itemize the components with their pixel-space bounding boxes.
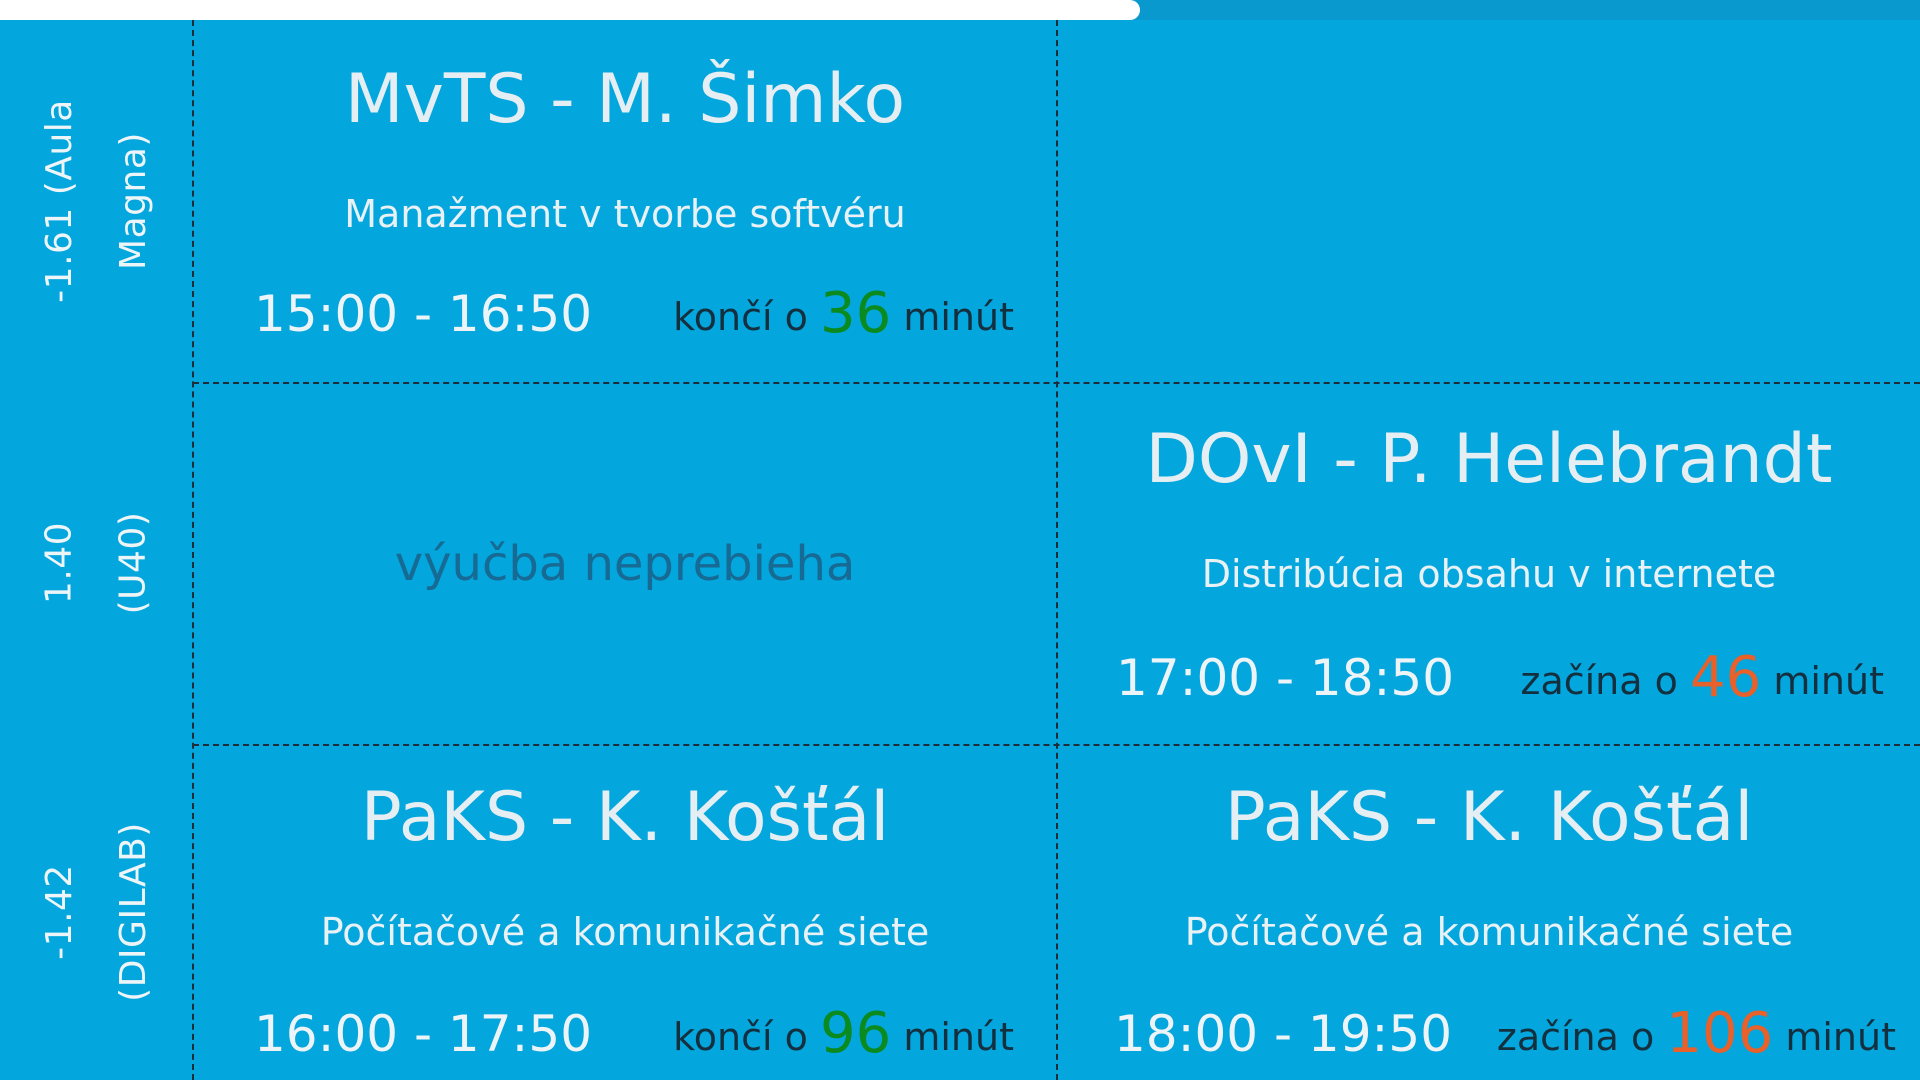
lecture-time: 15:00 - 16:50: [254, 285, 593, 343]
progress-bar-fill: [0, 0, 1141, 20]
lecture-cell-paks-1: PaKS - K. Košťál Počítačové a komunikačn…: [194, 746, 1056, 1080]
lecture-subtitle: Distribúcia obsahu v internete: [1201, 552, 1777, 596]
status-suffix: minút: [903, 1015, 1014, 1059]
lecture-status: končí o 36 minút: [673, 282, 1014, 349]
schedule-board: -1.61 (Aula Magna) 1.40 (U40) -1.42 (DIG…: [0, 0, 1920, 1080]
status-minutes: 36: [819, 281, 892, 346]
lecture-time: 17:00 - 18:50: [1116, 649, 1455, 707]
room-label-aula-magna: -1.61 (Aula Magna): [0, 20, 193, 382]
lecture-subtitle: Počítačové a komunikačné siete: [1184, 910, 1794, 954]
room-label-u40: 1.40 (U40): [0, 382, 193, 744]
status-prefix: začína o: [1520, 659, 1678, 703]
status-suffix: minút: [1785, 1015, 1896, 1059]
lecture-subtitle: Počítačové a komunikačné siete: [320, 910, 930, 954]
room-label-line: 1.40: [38, 521, 80, 605]
lecture-time: 18:00 - 19:50: [1114, 1005, 1453, 1063]
status-suffix: minút: [903, 295, 1014, 339]
room-label-line: Magna): [112, 132, 154, 270]
lecture-title: PaKS - K. Košťál: [1224, 778, 1754, 857]
status-suffix: minút: [1773, 659, 1884, 703]
status-minutes: 106: [1666, 1001, 1774, 1066]
room-label-line: -1.42: [38, 864, 80, 960]
room-label-digilab: -1.42 (DIGILAB): [0, 744, 193, 1080]
lecture-status: začína o 46 minút: [1521, 646, 1885, 713]
lecture-title: PaKS - K. Košťál: [360, 778, 890, 857]
status-prefix: končí o: [673, 295, 808, 339]
status-minutes: 46: [1689, 645, 1762, 710]
status-prefix: končí o: [673, 1015, 808, 1059]
no-lecture-cell: výučba neprebieha: [194, 384, 1056, 744]
lecture-status: začína o 106 minút: [1497, 1002, 1896, 1069]
room-label-line: (U40): [112, 511, 154, 615]
lecture-cell-mvts: MvTS - M. Šimko Manažment v tvorbe softv…: [194, 20, 1056, 382]
progress-bar: [0, 0, 1920, 20]
status-minutes: 96: [819, 1001, 892, 1066]
room-label-line: (DIGILAB): [112, 822, 154, 1002]
no-lecture-text: výučba neprebieha: [394, 536, 856, 592]
lecture-subtitle: Manažment v tvorbe softvéru: [344, 192, 906, 236]
room-label-line: -1.61 (Aula: [38, 99, 80, 303]
lecture-status: končí o 96 minút: [673, 1002, 1014, 1069]
empty-slot-cell: [1058, 20, 1920, 382]
lecture-cell-paks-2: PaKS - K. Košťál Počítačové a komunikačn…: [1058, 746, 1920, 1080]
lecture-time: 16:00 - 17:50: [254, 1005, 593, 1063]
lecture-title: MvTS - M. Šimko: [344, 60, 906, 139]
status-prefix: začína o: [1496, 1015, 1655, 1059]
lecture-title: DOvI - P. Helebrandt: [1145, 420, 1833, 499]
lecture-cell-dovi: DOvI - P. Helebrandt Distribúcia obsahu …: [1058, 384, 1920, 744]
